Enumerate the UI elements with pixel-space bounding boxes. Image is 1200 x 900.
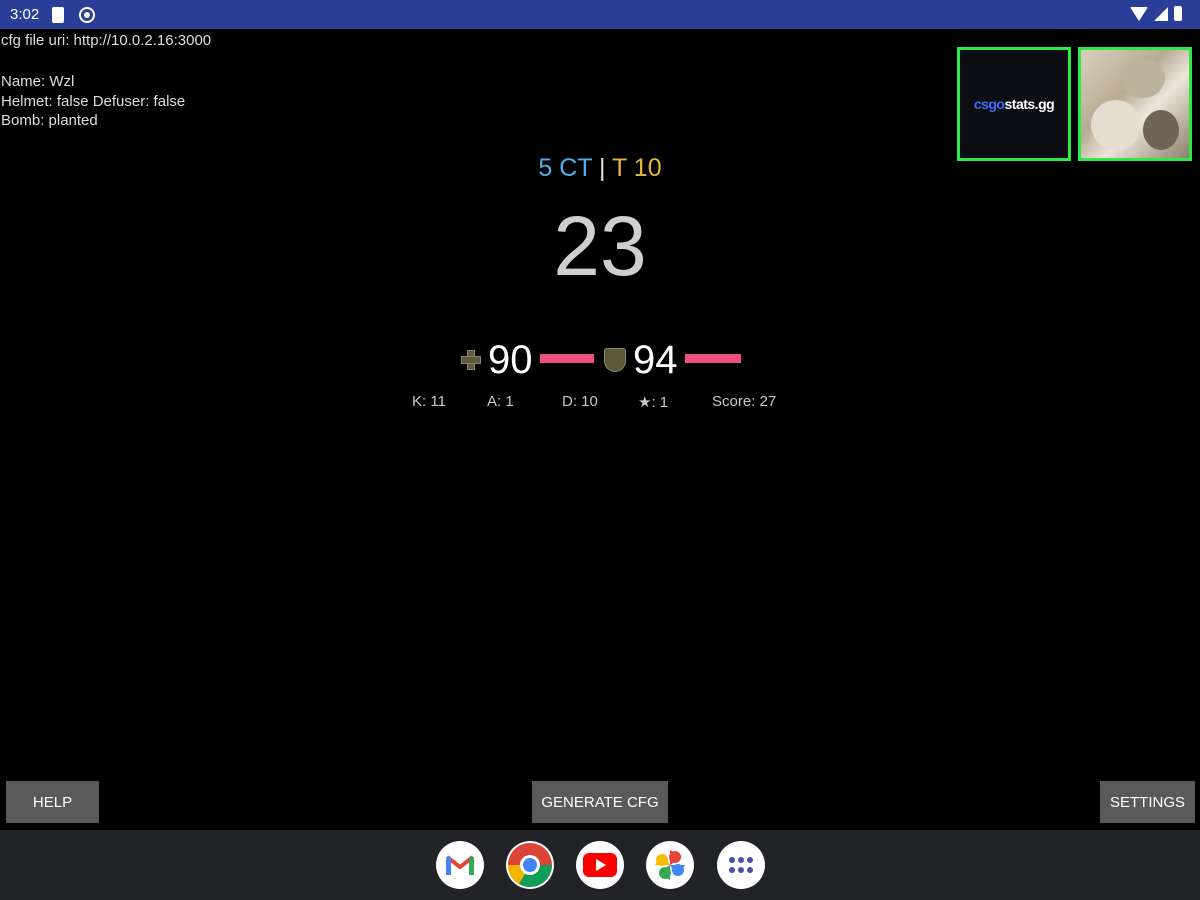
mvps-stat: ★: 1 bbox=[638, 394, 669, 411]
player-avatar-thumbnail[interactable] bbox=[1078, 47, 1192, 161]
photos-icon[interactable] bbox=[646, 841, 694, 889]
csgostats-logo: csgostats.gg bbox=[973, 96, 1055, 112]
clock: 3:02 bbox=[10, 6, 40, 23]
armor-icon bbox=[604, 348, 626, 372]
kills-stat: K: 11 bbox=[412, 393, 446, 410]
armor-value: 94 bbox=[633, 338, 678, 382]
status-bar: 3:02 bbox=[0, 0, 1200, 29]
round-timer: 23 bbox=[553, 199, 647, 293]
debug-icon bbox=[79, 7, 95, 23]
signal-icon bbox=[1154, 6, 1168, 21]
assists-stat: A: 1 bbox=[487, 393, 514, 410]
battery-icon bbox=[1174, 6, 1182, 21]
deaths-stat: D: 10 bbox=[562, 393, 598, 410]
player-name: Name: Wzl bbox=[1, 73, 75, 90]
team-score: 5 CT | T 10 bbox=[0, 154, 1200, 183]
armor-bar bbox=[685, 354, 741, 363]
bomb-status: Bomb: planted bbox=[1, 112, 98, 129]
generate-cfg-button[interactable]: GENERATE CFG bbox=[532, 781, 668, 823]
settings-button[interactable]: SETTINGS bbox=[1100, 781, 1195, 823]
youtube-icon[interactable] bbox=[576, 841, 624, 889]
health-icon bbox=[460, 349, 482, 371]
health-value: 90 bbox=[488, 338, 533, 382]
chrome-icon[interactable] bbox=[506, 841, 554, 889]
system-icons bbox=[1130, 6, 1182, 21]
equipment-status: Helmet: false Defuser: false bbox=[1, 93, 186, 110]
help-button[interactable]: HELP bbox=[6, 781, 99, 823]
score-stat: Score: 27 bbox=[712, 393, 777, 410]
app-drawer-icon[interactable] bbox=[717, 841, 765, 889]
wifi-icon bbox=[1130, 6, 1148, 21]
csgostats-thumbnail[interactable]: csgostats.gg bbox=[957, 47, 1071, 161]
score-separator: | bbox=[592, 154, 613, 182]
ct-score: 5 CT bbox=[538, 154, 593, 182]
cfg-uri-text: cfg file uri: http://10.0.2.16:3000 bbox=[1, 32, 212, 49]
sim-card-icon bbox=[52, 7, 64, 23]
t-score: T 10 bbox=[612, 154, 662, 182]
health-bar bbox=[540, 354, 594, 363]
gmail-icon[interactable] bbox=[436, 841, 484, 889]
